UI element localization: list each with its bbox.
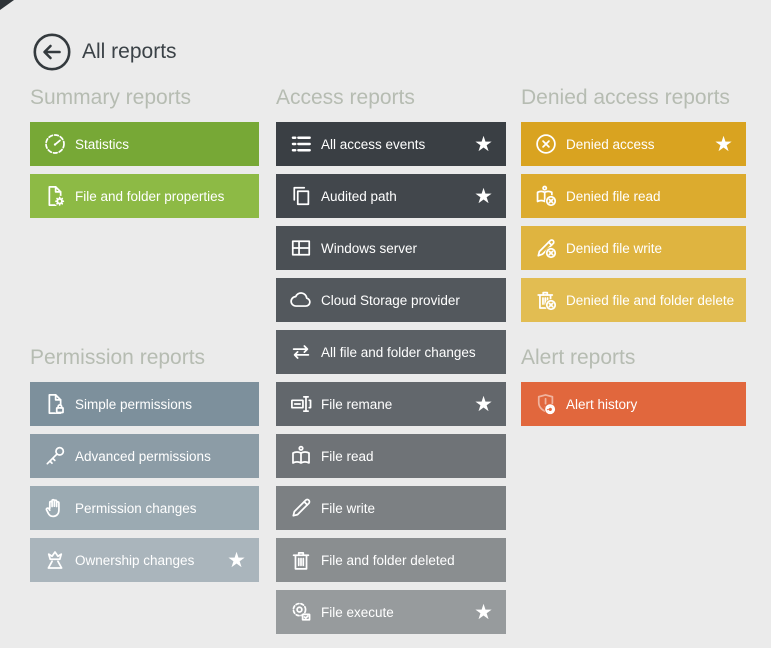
tile-file-and-folder-deleted[interactable]: File and folder deleted bbox=[276, 538, 506, 582]
tile-all-access-events[interactable]: All access events ★ bbox=[276, 122, 506, 166]
tile-audited-path[interactable]: Audited path ★ bbox=[276, 174, 506, 218]
windows-icon bbox=[288, 235, 314, 261]
tile-statistics[interactable]: Statistics bbox=[30, 122, 259, 166]
gauge-icon bbox=[42, 131, 68, 157]
pencil-x-icon bbox=[533, 235, 559, 261]
corner-mark bbox=[0, 0, 14, 10]
trash-x-icon bbox=[533, 287, 559, 313]
crown-icon bbox=[42, 547, 68, 573]
favorite-star-icon[interactable]: ★ bbox=[227, 550, 259, 571]
tile-label: Audited path bbox=[321, 189, 397, 204]
tile-label: File execute bbox=[321, 605, 394, 620]
section-title-denied-access-reports: Denied access reports bbox=[521, 86, 746, 110]
sync-arrows-icon bbox=[288, 339, 314, 365]
tile-label: Simple permissions bbox=[75, 397, 192, 412]
circle-x-icon bbox=[533, 131, 559, 157]
tile-file-read[interactable]: File read bbox=[276, 434, 506, 478]
tile-label: Ownership changes bbox=[75, 553, 194, 568]
book-x-icon bbox=[533, 183, 559, 209]
favorite-star-icon[interactable]: ★ bbox=[714, 134, 746, 155]
tile-label: File remane bbox=[321, 397, 392, 412]
section-title-permission-reports: Permission reports bbox=[30, 346, 259, 370]
tile-label: All access events bbox=[321, 137, 425, 152]
book-reader-icon bbox=[288, 443, 314, 469]
tile-label: All file and folder changes bbox=[321, 345, 476, 360]
section-permission-reports: Permission reportsSimple permissionsAdva… bbox=[30, 346, 259, 370]
tile-denied-file-and-folder-delete[interactable]: Denied file and folder delete bbox=[521, 278, 746, 322]
tile-label: File and folder deleted bbox=[321, 553, 455, 568]
tile-file-write[interactable]: File write bbox=[276, 486, 506, 530]
hand-icon bbox=[42, 495, 68, 521]
key-icon bbox=[42, 443, 68, 469]
tile-denied-file-write[interactable]: Denied file write bbox=[521, 226, 746, 270]
arrow-left-circle-icon bbox=[33, 33, 71, 71]
tile-label: Alert history bbox=[566, 397, 637, 412]
tile-ownership-changes[interactable]: Ownership changes ★ bbox=[30, 538, 259, 582]
tile-all-file-and-folder-changes[interactable]: All file and folder changes bbox=[276, 330, 506, 374]
favorite-star-icon[interactable]: ★ bbox=[474, 602, 506, 623]
page-title: All reports bbox=[82, 40, 177, 64]
tile-label: Denied file and folder delete bbox=[566, 293, 734, 308]
tile-file-execute[interactable]: File execute ★ bbox=[276, 590, 506, 634]
document-lock-icon bbox=[42, 391, 68, 417]
document-gear-icon bbox=[42, 183, 68, 209]
page-header: All reports bbox=[33, 33, 177, 71]
shield-alert-history-icon bbox=[533, 391, 559, 417]
tile-simple-permissions[interactable]: Simple permissions bbox=[30, 382, 259, 426]
all-reports-page: All reports Summary reportsStatisticsFil… bbox=[0, 0, 771, 648]
tile-cloud-storage-provider[interactable]: Cloud Storage provider bbox=[276, 278, 506, 322]
tile-file-remane[interactable]: File remane ★ bbox=[276, 382, 506, 426]
tile-label: File and folder properties bbox=[75, 189, 224, 204]
rename-icon bbox=[288, 391, 314, 417]
section-title-alert-reports: Alert reports bbox=[521, 346, 746, 370]
favorite-star-icon[interactable]: ★ bbox=[474, 134, 506, 155]
section-denied-access-reports: Denied access reportsDenied access★Denie… bbox=[521, 86, 746, 110]
gear-check-icon bbox=[288, 599, 314, 625]
tile-label: File read bbox=[321, 449, 374, 464]
tile-permission-changes[interactable]: Permission changes bbox=[30, 486, 259, 530]
tile-label: Denied file write bbox=[566, 241, 662, 256]
section-title-access-reports: Access reports bbox=[276, 86, 506, 110]
section-access-reports: Access reportsAll access events★Audited … bbox=[276, 86, 506, 110]
tile-label: Denied file read bbox=[566, 189, 661, 204]
tile-label: Denied access bbox=[566, 137, 655, 152]
tile-label: File write bbox=[321, 501, 375, 516]
section-summary-reports: Summary reportsStatisticsFile and folder… bbox=[30, 86, 259, 110]
back-button[interactable] bbox=[33, 33, 71, 71]
tile-label: Permission changes bbox=[75, 501, 197, 516]
tile-alert-history[interactable]: Alert history bbox=[521, 382, 746, 426]
copy-icon bbox=[288, 183, 314, 209]
tile-label: Windows server bbox=[321, 241, 417, 256]
pencil-icon bbox=[288, 495, 314, 521]
tile-windows-server[interactable]: Windows server bbox=[276, 226, 506, 270]
tile-label: Advanced permissions bbox=[75, 449, 211, 464]
tile-label: Statistics bbox=[75, 137, 129, 152]
section-title-summary-reports: Summary reports bbox=[30, 86, 259, 110]
trash-icon bbox=[288, 547, 314, 573]
tile-label: Cloud Storage provider bbox=[321, 293, 460, 308]
favorite-star-icon[interactable]: ★ bbox=[474, 394, 506, 415]
tile-file-and-folder-properties[interactable]: File and folder properties bbox=[30, 174, 259, 218]
cloud-icon bbox=[288, 287, 314, 313]
section-alert-reports: Alert reportsAlert history bbox=[521, 346, 746, 370]
tile-advanced-permissions[interactable]: Advanced permissions bbox=[30, 434, 259, 478]
tile-denied-file-read[interactable]: Denied file read bbox=[521, 174, 746, 218]
tile-denied-access[interactable]: Denied access ★ bbox=[521, 122, 746, 166]
favorite-star-icon[interactable]: ★ bbox=[474, 186, 506, 207]
list-icon bbox=[288, 131, 314, 157]
